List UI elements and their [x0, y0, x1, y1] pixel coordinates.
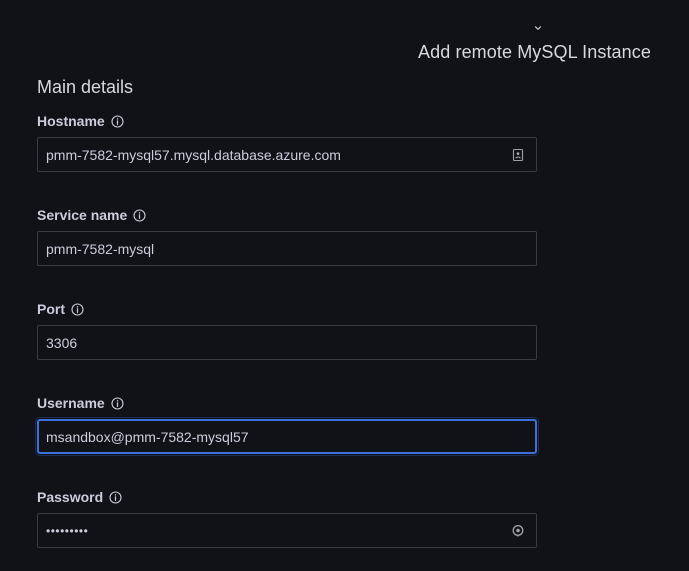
- info-icon[interactable]: [111, 396, 124, 410]
- service-name-label-row: Service name: [37, 206, 537, 224]
- section-title: Main details: [37, 77, 134, 97]
- port-label-row: Port: [37, 300, 537, 318]
- hostname-input-value: pmm-7582-mysql57.mysql.database.azure.co…: [46, 146, 341, 163]
- username-input-value: msandbox@pmm-7582-mysql57: [46, 428, 249, 445]
- password-field: Password •••••••••: [37, 488, 537, 548]
- port-input[interactable]: 3306: [37, 325, 537, 360]
- username-label: Username: [37, 395, 105, 411]
- service-name-field: Service name pmm-7582-mysql: [37, 206, 537, 266]
- info-icon[interactable]: [71, 302, 84, 316]
- username-field: Username msandbox@pmm-7582-mysql57: [37, 394, 537, 454]
- info-icon[interactable]: [133, 208, 146, 222]
- add-remote-instance-page: Add remote MySQL Instance Main details H…: [0, 0, 689, 571]
- password-input-value: •••••••••: [46, 523, 89, 538]
- port-label: Port: [37, 301, 65, 317]
- contact-card-icon[interactable]: [511, 148, 525, 162]
- password-label-row: Password: [37, 488, 537, 506]
- username-label-row: Username: [37, 394, 537, 412]
- service-name-label: Service name: [37, 207, 128, 223]
- service-name-input[interactable]: pmm-7582-mysql: [37, 231, 537, 266]
- hostname-field: Hostname pmm-7582-mysql57.mysql.database…: [37, 112, 537, 172]
- service-name-input-value: pmm-7582-mysql: [46, 240, 155, 257]
- page-title: Add remote MySQL Instance: [418, 42, 651, 62]
- info-icon[interactable]: [111, 114, 124, 128]
- hostname-input[interactable]: pmm-7582-mysql57.mysql.database.azure.co…: [37, 137, 537, 172]
- hostname-label: Hostname: [37, 113, 105, 129]
- password-input[interactable]: •••••••••: [37, 513, 537, 548]
- hostname-label-row: Hostname: [37, 112, 537, 130]
- port-input-value: 3306: [46, 334, 78, 351]
- info-icon[interactable]: [109, 490, 122, 504]
- username-input[interactable]: msandbox@pmm-7582-mysql57: [37, 419, 537, 454]
- password-label: Password: [37, 489, 104, 505]
- eye-icon[interactable]: [511, 524, 525, 538]
- chevron-down-icon[interactable]: [532, 22, 544, 34]
- port-field: Port 3306: [37, 300, 537, 360]
